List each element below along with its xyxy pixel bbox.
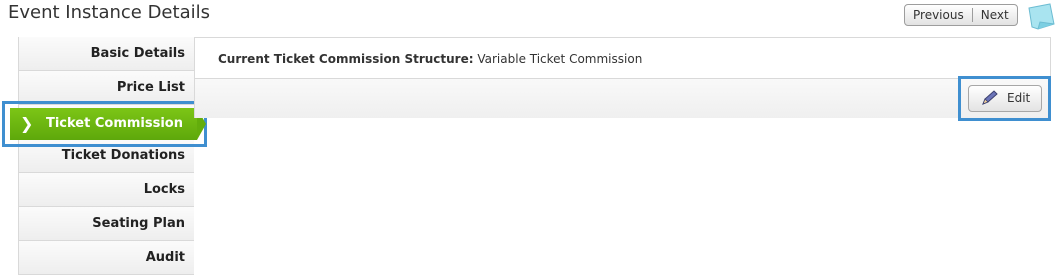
sidebar-item-price-list[interactable]: Price List — [18, 71, 194, 105]
pencil-icon — [982, 90, 998, 105]
previous-button[interactable]: Previous — [905, 5, 972, 25]
page-title: Event Instance Details — [8, 2, 210, 23]
sidebar: Basic Details Price List Ticket Donation… — [18, 37, 194, 275]
panel-toolbar — [195, 79, 1050, 118]
commission-panel: Current Ticket Commission Structure: Var… — [194, 37, 1051, 118]
sidebar-item-basic-details[interactable]: Basic Details — [18, 37, 194, 71]
chevron-right-icon: ❯ — [20, 114, 34, 133]
commission-structure-row: Current Ticket Commission Structure: Var… — [195, 38, 1050, 79]
sidebar-item-label: Ticket Commission — [45, 116, 183, 131]
sidebar-item-ticket-commission[interactable]: ❯ Ticket Commission — [10, 108, 206, 140]
structure-label: Current Ticket Commission Structure: — [218, 52, 474, 66]
sidebar-item-locks[interactable]: Locks — [18, 173, 194, 207]
active-tab-highlight: ❯ Ticket Commission — [2, 101, 207, 147]
sidebar-item-seating-plan[interactable]: Seating Plan — [18, 207, 194, 241]
sidebar-item-audit[interactable]: Audit — [18, 241, 194, 275]
structure-value: Variable Ticket Commission — [477, 52, 643, 66]
edit-button[interactable]: Edit — [968, 85, 1042, 112]
pager: Previous Next — [904, 4, 1018, 26]
next-button[interactable]: Next — [973, 5, 1017, 25]
edit-button-highlight: Edit — [958, 76, 1051, 121]
edit-label: Edit — [1007, 91, 1031, 105]
sticky-note-icon[interactable] — [1026, 2, 1056, 32]
